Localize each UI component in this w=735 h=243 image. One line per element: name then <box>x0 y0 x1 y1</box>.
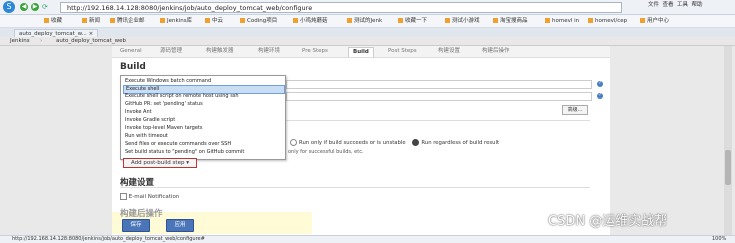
bookmark-item[interactable]: 小鸡炖蘑菇 <box>293 17 328 25</box>
bookmark-icon <box>110 18 115 23</box>
menu-item-gradle[interactable]: Invoke Gradle script <box>123 117 283 124</box>
help-icon[interactable]: ? <box>597 93 603 99</box>
bookmark-icon <box>347 18 352 23</box>
menu-item-ssh-script[interactable]: Execute shell script on remote host usin… <box>123 93 283 100</box>
divider <box>120 187 590 188</box>
bookmark-icon <box>398 18 403 23</box>
breadcrumb-separator: › <box>40 38 43 44</box>
tab-post-build[interactable]: 构建后操作 <box>478 47 514 56</box>
bookmark-icon <box>240 18 245 23</box>
menu-tools[interactable]: 工具 <box>677 2 688 8</box>
bookmark-item[interactable]: 用户中心 <box>640 17 669 25</box>
email-checkbox[interactable] <box>120 193 127 200</box>
menu-item-timeout[interactable]: Run with timeout <box>123 133 283 140</box>
tab-post-steps[interactable]: Post Steps <box>384 47 421 56</box>
menu-view[interactable]: 查看 <box>663 2 674 8</box>
tab-general[interactable]: General <box>116 47 146 56</box>
add-post-build-step-button[interactable]: Add post-build step ▾ <box>123 158 197 168</box>
section-title-post-build: 构建后操作 <box>120 209 163 219</box>
bookmark-item[interactable]: 中云 <box>205 17 223 25</box>
bookmark-icon <box>160 18 165 23</box>
bookmark-item[interactable]: 新闻 <box>82 17 100 25</box>
bookmark-icon <box>588 18 593 23</box>
save-button[interactable]: 保存 <box>122 219 150 232</box>
bookmark-item[interactable]: 淘宝搜商品 <box>493 17 528 25</box>
chevron-down-icon: ▾ <box>186 160 189 166</box>
bookmark-item[interactable]: Jenkins库 <box>160 17 192 25</box>
star-icon <box>44 18 49 23</box>
radio-success-unstable[interactable] <box>290 139 297 146</box>
help-icon[interactable]: ? <box>597 81 603 87</box>
tab-build[interactable]: Build <box>348 47 374 57</box>
breadcrumb-job[interactable]: auto_deploy_tomcat_web <box>56 37 126 45</box>
menu-item-windows-batch[interactable]: Execute Windows batch command <box>123 78 283 85</box>
menu-item-ant[interactable]: Invoke Ant <box>123 109 283 116</box>
radio-label: Run only if build succeeds or is unstabl… <box>299 140 406 146</box>
address-text: http://192.168.14.128:8080/jenkins/job/a… <box>67 4 313 12</box>
advanced-button[interactable]: 高级... <box>562 105 588 115</box>
condition-note: only for successful builds, etc. <box>288 149 364 155</box>
bookmark-item[interactable]: homevl/cep <box>588 17 627 25</box>
browser-menu: 文件 查看 工具 帮助 <box>648 0 703 8</box>
watermark: CSDN @运维实战帮 <box>548 214 668 229</box>
bookmark-item[interactable]: Coding项目 <box>240 17 277 25</box>
tab-strip: auto_deploy_tomcat_w... × <box>0 28 735 38</box>
refresh-icon[interactable]: ⟳ <box>42 3 48 11</box>
menu-item-github-status[interactable]: Set build status to "pending" on GitHub … <box>123 149 283 156</box>
bookmark-icon <box>205 18 210 23</box>
forward-icon[interactable]: ▶ <box>31 3 39 11</box>
config-tabs: General 源码管理 构建触发器 构建环境 Pre Steps Build … <box>112 46 610 58</box>
breadcrumb: Jenkins › auto_deploy_tomcat_web <box>0 37 735 46</box>
tab-pre-steps[interactable]: Pre Steps <box>298 47 332 56</box>
menu-item-maven[interactable]: Invoke top-level Maven targets <box>123 125 283 132</box>
post-steps-condition: Run only if build succeeds or is unstabl… <box>290 139 610 147</box>
apply-button[interactable]: 应用 <box>166 219 194 232</box>
tab-scm[interactable]: 源码管理 <box>156 47 186 56</box>
bookmark-icon <box>293 18 298 23</box>
section-title-build: Build <box>120 62 146 72</box>
bookmark-icon <box>82 18 87 23</box>
menu-file[interactable]: 文件 <box>648 2 659 8</box>
back-icon[interactable]: ◀ <box>20 3 28 11</box>
right-margin <box>610 46 735 235</box>
scrollbar-thumb[interactable] <box>725 150 731 185</box>
email-label: E-mail Notification <box>128 194 180 200</box>
menu-item-github-pr[interactable]: GitHub PR: set 'pending' status <box>123 101 283 108</box>
browser-logo-icon[interactable]: S <box>3 1 15 13</box>
user-icon <box>640 18 645 23</box>
menu-item-ssh-send[interactable]: Send files or execute commands over SSH <box>123 141 283 148</box>
bookmark-item[interactable]: 收藏 <box>44 17 62 25</box>
left-margin <box>0 46 112 235</box>
tab-triggers[interactable]: 构建触发器 <box>202 47 238 56</box>
bookmark-icon <box>545 18 550 23</box>
radio-label: Run regardless of build result <box>421 140 500 146</box>
bookmark-item[interactable]: homevl in <box>545 17 579 25</box>
bookmark-icon <box>445 18 450 23</box>
radio-regardless[interactable] <box>412 139 420 146</box>
bookmarks-bar: 收藏 新闻 腾讯企业邮 Jenkins库 中云 Coding项目 小鸡炖蘑菇 测… <box>0 15 735 28</box>
build-field-2[interactable] <box>286 92 592 101</box>
email-notification-row: E-mail Notification <box>120 193 179 200</box>
breadcrumb-jenkins[interactable]: Jenkins <box>10 37 30 45</box>
build-field-1[interactable] <box>286 80 592 89</box>
scrollbar[interactable] <box>724 46 732 235</box>
browser-toolbar: S ◀ ▶ ⟳ http://192.168.14.128:8080/jenki… <box>0 0 735 15</box>
bookmark-item[interactable]: 腾讯企业邮 <box>110 17 145 25</box>
bookmark-item[interactable]: 测试的Jenk <box>347 17 382 25</box>
build-step-dropdown: Execute Windows batch command Execute sh… <box>120 75 286 160</box>
tab-environment[interactable]: 构建环境 <box>254 47 284 56</box>
bookmark-item[interactable]: 测试小游戏 <box>445 17 480 25</box>
menu-help[interactable]: 帮助 <box>692 2 703 8</box>
bookmark-item[interactable]: 收藏一下 <box>398 17 427 25</box>
address-bar[interactable]: http://192.168.14.128:8080/jenkins/job/a… <box>60 2 622 13</box>
bookmark-icon <box>493 18 498 23</box>
tab-build-settings[interactable]: 构建设置 <box>434 47 464 56</box>
